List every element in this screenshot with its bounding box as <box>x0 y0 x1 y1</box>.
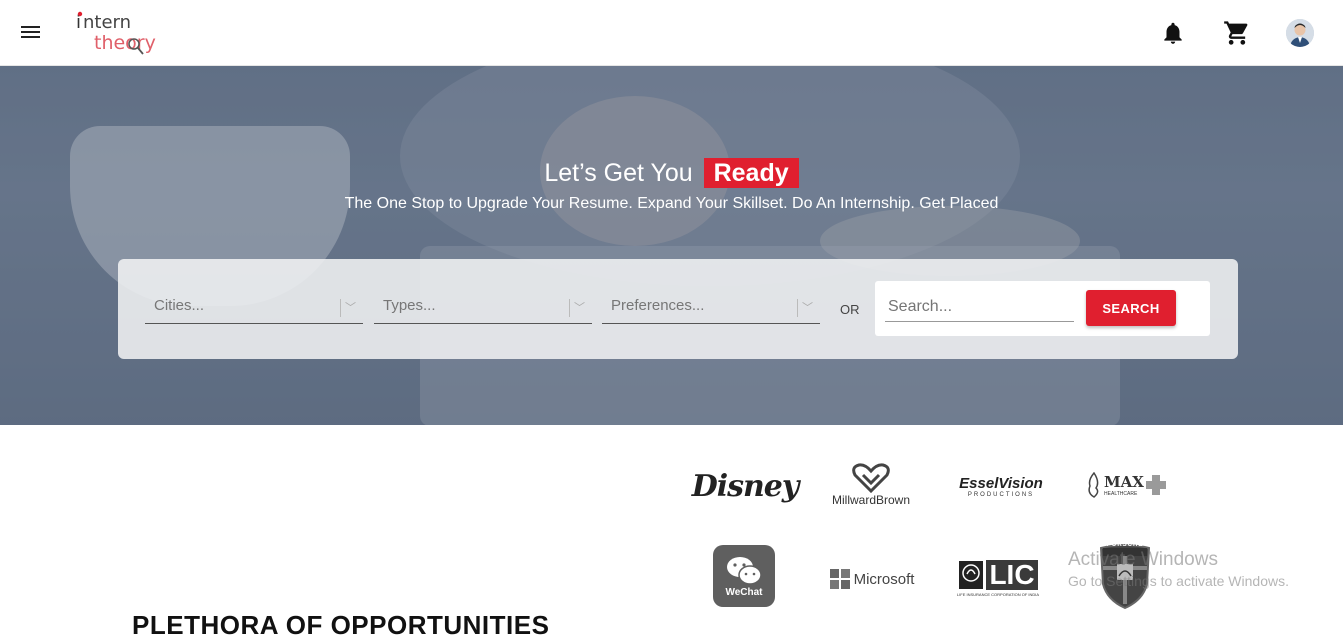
essel-vision-subtext: PRODUCTIONS <box>967 491 1035 498</box>
windows-activation-watermark: Activate Windows Go to Settings to activ… <box>1068 549 1289 589</box>
wechat-bubbles-icon <box>727 556 762 585</box>
preferences-dropdown[interactable]: Preferences... ﹀ <box>602 291 820 324</box>
chevron-down-icon[interactable]: ﹀ <box>802 299 814 314</box>
hero-title: Let’s Get You Ready <box>0 158 1343 188</box>
watermark-line-1: Activate Windows <box>1068 549 1218 570</box>
disney-logo-text: Disney <box>691 468 800 504</box>
max-text: MAX <box>1104 473 1144 491</box>
dropdown-separator <box>569 299 570 317</box>
wechat-text: WeChat <box>725 586 763 598</box>
search-input[interactable] <box>885 292 1074 322</box>
lic-text: LIC <box>986 559 1038 590</box>
essel-vision-logo: EsselVision PRODUCTIONS <box>958 470 1044 502</box>
microsoft-windows-icon <box>829 569 850 589</box>
millward-brown-logo: MillwardBrown <box>826 460 916 510</box>
search-box: SEARCH <box>875 281 1210 336</box>
max-subtext: HEALTHCARE <box>1104 491 1138 497</box>
user-avatar[interactable] <box>1286 19 1314 47</box>
types-dropdown[interactable]: Types... ﹀ <box>374 291 592 324</box>
hero-title-text: Let’s Get You <box>544 159 693 187</box>
types-placeholder: Types... <box>383 297 436 314</box>
search-panel: Cities... ﹀ Types... ﹀ Preferences... ﹀ … <box>118 259 1238 359</box>
lic-logo: LIC LIFE INSURANCE CORPORATION OF INDIA <box>955 556 1041 600</box>
svg-text:ntern: ntern <box>83 12 131 33</box>
search-button[interactable]: SEARCH <box>1086 290 1176 326</box>
flame-icon <box>1088 472 1099 498</box>
microsoft-logo: Microsoft <box>826 566 918 592</box>
millward-brown-heart-icon <box>852 463 890 493</box>
lic-subtext: LIFE INSURANCE CORPORATION OF INDIA <box>956 591 1040 597</box>
watermark-line-2: Go to Settings to activate Windows. <box>1068 573 1289 589</box>
lic-emblem-icon <box>959 560 984 589</box>
hamburger-menu-icon[interactable] <box>20 24 42 42</box>
porsche-text: PORSCHE <box>1106 542 1144 548</box>
preferences-placeholder: Preferences... <box>611 297 705 314</box>
or-label: OR <box>840 302 860 317</box>
cart-icon[interactable] <box>1223 19 1251 47</box>
dropdown-separator <box>340 299 341 317</box>
millward-brown-text: MillwardBrown <box>831 493 911 507</box>
medical-cross-icon <box>1145 475 1166 495</box>
cities-dropdown[interactable]: Cities... ﹀ <box>145 291 363 324</box>
hero-subtitle: The One Stop to Upgrade Your Resume. Exp… <box>344 195 999 212</box>
disney-logo: Disney <box>692 462 800 510</box>
intern-theory-logo[interactable]: i ntern theory <box>74 8 164 58</box>
chevron-down-icon[interactable]: ﹀ <box>345 299 357 314</box>
bell-icon[interactable] <box>1160 20 1186 46</box>
hero-title-highlight: Ready <box>703 158 799 188</box>
essel-vision-text: EsselVision <box>959 474 1043 492</box>
top-navbar: i ntern theory <box>0 0 1343 66</box>
max-healthcare-logo: MAX HEALTHCARE <box>1082 468 1172 502</box>
hero-overlay <box>0 66 1343 425</box>
dropdown-separator <box>797 299 798 317</box>
svg-text:theory: theory <box>94 32 156 54</box>
hero-banner: Let’s Get You Ready The One Stop to Upgr… <box>0 66 1343 425</box>
microsoft-text: Microsoft <box>853 570 915 588</box>
chevron-down-icon[interactable]: ﹀ <box>574 299 586 314</box>
cities-placeholder: Cities... <box>154 297 205 314</box>
wechat-logo: WeChat <box>713 545 775 607</box>
